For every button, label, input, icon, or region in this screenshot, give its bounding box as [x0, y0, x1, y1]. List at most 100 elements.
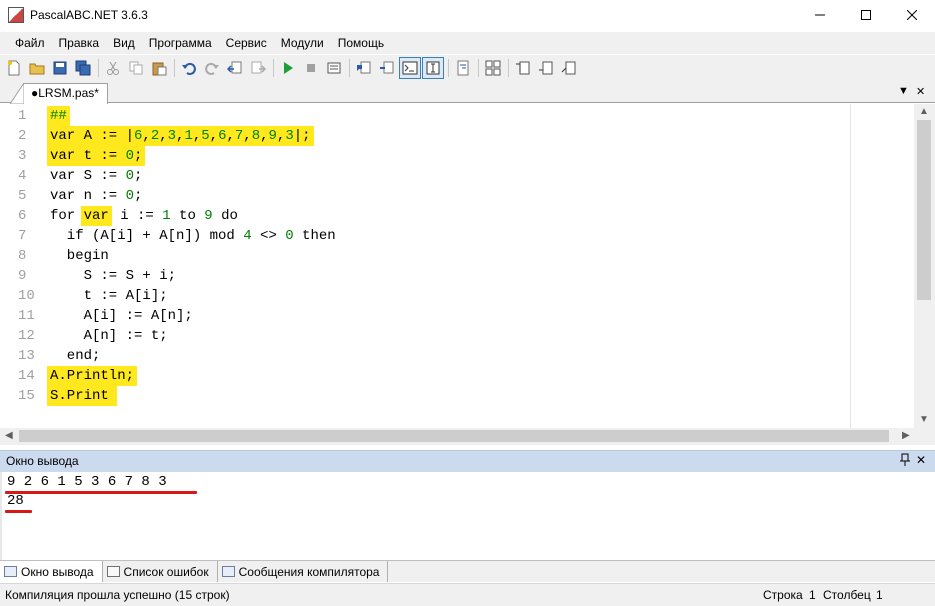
minimize-button[interactable] [797, 0, 843, 30]
code-line: ## [47, 106, 336, 126]
menu-help[interactable]: Помощь [331, 33, 391, 53]
navigate-forward-icon[interactable] [247, 57, 269, 79]
code-text-run: var A := |6,2,3,1,5,6,7,8,9,3|; [47, 126, 314, 146]
menu-modules[interactable]: Модули [274, 33, 331, 53]
toolbar-separator [478, 59, 479, 77]
line-number: 5 [18, 188, 27, 204]
menu-view[interactable]: Вид [106, 33, 142, 53]
step-into-icon[interactable] [512, 57, 534, 79]
undo-icon[interactable] [178, 57, 200, 79]
copy-icon[interactable] [125, 57, 147, 79]
code-line: var A := |6,2,3,1,5,6,7,8,9,3|; [47, 126, 336, 146]
line-number: 15 [18, 388, 35, 404]
scroll-up-icon[interactable]: ▲ [919, 106, 929, 117]
save-all-icon[interactable] [72, 57, 94, 79]
code-text-run: S.Print [47, 386, 117, 406]
cut-icon[interactable] [102, 57, 124, 79]
code-text-run: ## [47, 106, 70, 126]
line-number: 8 [18, 248, 27, 264]
status-bar: Компиляция прошла успешно (15 строк) Стр… [0, 583, 935, 606]
new-file-icon[interactable] [3, 57, 25, 79]
line-number: 11 [18, 308, 35, 324]
debug-window-icon[interactable] [482, 57, 504, 79]
code-text-run: var t := 0; [47, 146, 146, 166]
output-pane-title: Окно вывода [6, 454, 79, 468]
status-message: Компиляция прошла успешно (15 строк) [5, 588, 230, 602]
uncomment-icon[interactable] [376, 57, 398, 79]
menu-program[interactable]: Программа [142, 33, 219, 53]
output-line: 28 [7, 493, 24, 509]
output-line: 9 2 6 1 5 3 6 7 8 3 [7, 474, 167, 490]
stop-icon[interactable] [300, 57, 322, 79]
bottom-tab-bar: Окно вывода Список ошибок Сообщения комп… [0, 560, 935, 582]
tab-label: Список ошибок [123, 564, 209, 579]
step-over-icon[interactable] [535, 57, 557, 79]
tab-list-dropdown-icon[interactable]: ▼ [898, 85, 909, 97]
scroll-down-icon[interactable]: ▼ [919, 414, 929, 425]
compile-icon[interactable] [323, 57, 345, 79]
code-line: A[i] := A[n]; [50, 308, 193, 324]
open-folder-icon[interactable] [26, 57, 48, 79]
format-code-icon[interactable] [452, 57, 474, 79]
toolbar-separator [349, 59, 350, 77]
paste-icon[interactable] [148, 57, 170, 79]
code-line: var t := 0; [47, 146, 336, 166]
code-line: for var i := 1 to 9 do [50, 206, 238, 226]
code-text-run: A.Println; [47, 366, 138, 386]
line-number: 4 [18, 168, 27, 184]
row-label: Строка [763, 588, 803, 602]
navigate-back-icon[interactable] [224, 57, 246, 79]
redo-icon[interactable] [201, 57, 223, 79]
run-icon[interactable] [277, 57, 299, 79]
close-button[interactable] [889, 0, 935, 30]
step-out-icon[interactable] [558, 57, 580, 79]
code-editor[interactable]: 1 2 3 4 5 6 7 8 9 10 11 12 13 14 15 ## v… [0, 104, 935, 428]
code-line: if (A[i] + A[n]) mod 4 <> 0 then [50, 228, 336, 244]
toolbar-separator [98, 59, 99, 77]
vertical-scrollbar[interactable]: ▲ ▼ [914, 104, 935, 428]
output-window-icon [4, 566, 17, 577]
output-window-toggle-icon[interactable] [399, 57, 421, 79]
tab-compiler-messages[interactable]: Сообщения компилятора [218, 561, 389, 582]
text-mode-toggle-icon[interactable] [422, 57, 444, 79]
line-number: 14 [18, 368, 35, 384]
vertical-scroll-thumb[interactable] [917, 120, 931, 300]
toolbar-separator [174, 59, 175, 77]
column-label: Столбец [823, 588, 871, 602]
red-underline-annotation [5, 491, 197, 494]
output-close-icon[interactable]: ✕ [916, 453, 926, 467]
maximize-button[interactable] [843, 0, 889, 30]
pin-icon[interactable] [900, 453, 910, 470]
comment-icon[interactable] [353, 57, 375, 79]
editor-tab-strip: ●LRSM.pas* ▼ ✕ [0, 81, 935, 104]
horizontal-scroll-thumb[interactable] [19, 430, 889, 442]
menu-bar: Файл Правка Вид Программа Сервис Модули … [0, 32, 935, 54]
window-title: PascalABC.NET 3.6.3 [30, 8, 148, 22]
error-list-icon [106, 566, 120, 577]
code-text[interactable]: ## var A := |6,2,3,1,5,6,7,8,9,3|; var t… [47, 106, 336, 406]
title-bar: PascalABC.NET 3.6.3 [0, 0, 935, 30]
horizontal-scrollbar[interactable]: ◀ ▶ [0, 428, 935, 445]
code-line: begin [50, 248, 109, 264]
output-pane-header: Окно вывода ✕ [0, 450, 935, 472]
menu-service[interactable]: Сервис [219, 33, 274, 53]
tab-output-window[interactable]: Окно вывода [0, 561, 103, 582]
scroll-right-icon[interactable]: ▶ [902, 430, 910, 441]
menu-edit[interactable]: Правка [52, 33, 107, 53]
code-line: t := A[i]; [50, 288, 168, 304]
menu-file[interactable]: Файл [8, 33, 52, 53]
tab-close-icon[interactable]: ✕ [916, 85, 925, 98]
save-icon[interactable] [49, 57, 71, 79]
tab-error-list[interactable]: Список ошибок [103, 561, 218, 582]
output-window[interactable]: 9 2 6 1 5 3 6 7 8 3 28 [0, 472, 935, 560]
code-line: end; [50, 348, 101, 364]
code-line: var n := 0; [50, 188, 143, 204]
tab-label: Сообщения компилятора [238, 564, 380, 579]
toolbar [0, 55, 935, 81]
scroll-left-icon[interactable]: ◀ [5, 430, 13, 441]
line-number: 2 [18, 128, 27, 144]
column-value: 1 [876, 588, 883, 602]
right-margin-ruler [850, 104, 851, 428]
tab-lrsm-pas[interactable]: ●LRSM.pas* [10, 83, 108, 104]
line-number: 12 [18, 328, 35, 344]
